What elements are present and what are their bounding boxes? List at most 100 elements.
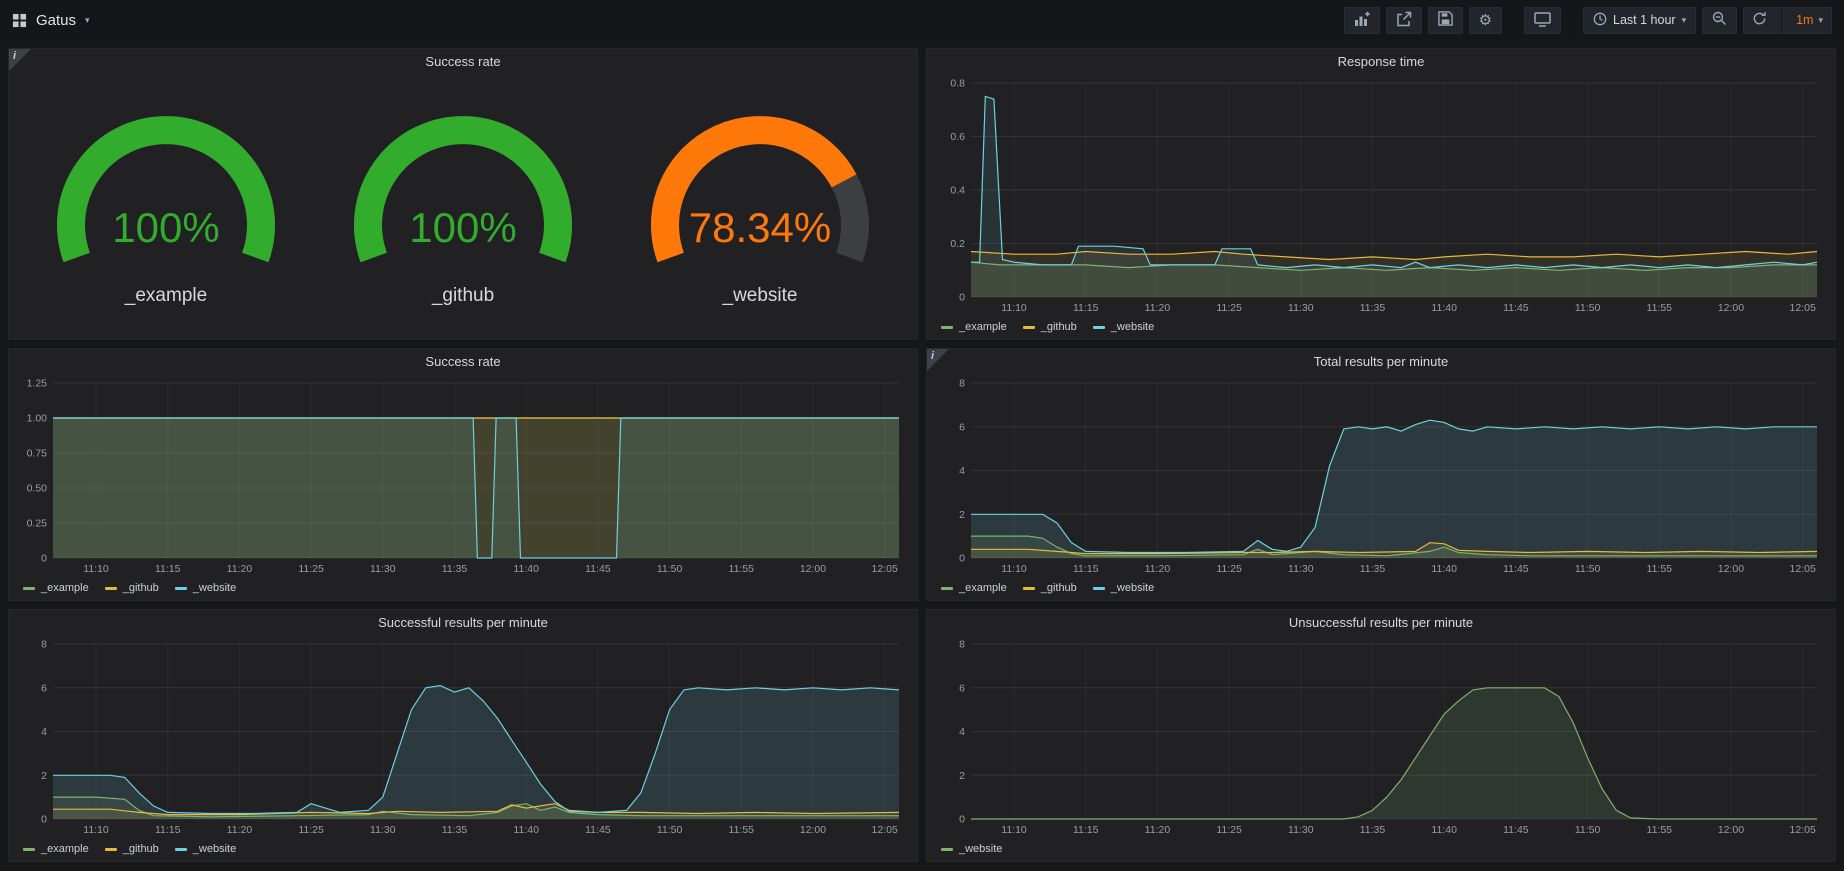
zoom-out-button[interactable] xyxy=(1702,7,1737,34)
legend-series-swatch xyxy=(1023,587,1035,590)
svg-text:11:25: 11:25 xyxy=(1216,563,1242,575)
refresh-interval-dropdown[interactable]: 1m ▾ xyxy=(1788,8,1831,33)
legend: _example _github _website xyxy=(935,578,1825,598)
svg-text:11:45: 11:45 xyxy=(1503,824,1529,836)
svg-text:11:40: 11:40 xyxy=(1431,563,1457,575)
gear-icon: ⚙ xyxy=(1479,13,1492,28)
svg-text:11:55: 11:55 xyxy=(1647,563,1673,575)
panel-title[interactable]: Success rate xyxy=(9,349,917,375)
add-panel-button[interactable] xyxy=(1344,7,1380,34)
panel-title[interactable]: Total results per minute xyxy=(927,349,1835,375)
legend: _example _github _website xyxy=(17,839,907,859)
legend-item-_website[interactable]: _website xyxy=(1093,582,1154,594)
svg-text:12:05: 12:05 xyxy=(1790,563,1816,575)
svg-text:11:50: 11:50 xyxy=(1575,563,1601,575)
panel-title[interactable]: Unsuccessful results per minute xyxy=(927,610,1835,636)
info-glyph: i xyxy=(13,50,16,62)
svg-text:12:05: 12:05 xyxy=(1790,824,1816,836)
svg-text:0.8: 0.8 xyxy=(950,78,965,90)
svg-text:2: 2 xyxy=(959,509,965,521)
svg-text:0: 0 xyxy=(41,814,47,826)
save-dashboard-button[interactable] xyxy=(1428,7,1463,34)
legend-item-_github[interactable]: _github xyxy=(1023,321,1077,333)
monitor-icon xyxy=(1534,11,1551,30)
svg-text:11:55: 11:55 xyxy=(1647,302,1673,314)
info-icon[interactable]: i xyxy=(927,349,949,371)
panel-body: 00.250.500.751.001.2511:1011:1511:2011:2… xyxy=(9,375,917,600)
svg-text:12:00: 12:00 xyxy=(800,563,826,575)
time-range-picker[interactable]: Last 1 hour ▾ xyxy=(1583,7,1696,34)
svg-text:0.50: 0.50 xyxy=(27,483,48,495)
info-icon[interactable]: i xyxy=(9,49,31,71)
legend-item-_website[interactable]: _website xyxy=(175,843,236,855)
legend-item-_github[interactable]: _github xyxy=(1023,582,1077,594)
svg-text:8: 8 xyxy=(959,639,965,651)
svg-text:11:45: 11:45 xyxy=(585,563,611,575)
svg-text:11:35: 11:35 xyxy=(442,824,468,836)
svg-text:0: 0 xyxy=(959,553,965,565)
total-results-chart[interactable]: 0246811:1011:1511:2011:2511:3011:3511:40… xyxy=(935,375,1825,578)
svg-text:11:50: 11:50 xyxy=(1575,824,1601,836)
legend-item-_github[interactable]: _github xyxy=(105,582,159,594)
svg-text:11:35: 11:35 xyxy=(1360,824,1386,836)
svg-text:11:30: 11:30 xyxy=(1288,824,1314,836)
panel-title[interactable]: Response time xyxy=(927,49,1835,75)
panel-body: 0246811:1011:1511:2011:2511:3011:3511:40… xyxy=(927,636,1835,861)
svg-text:12:00: 12:00 xyxy=(1718,563,1744,575)
svg-text:11:10: 11:10 xyxy=(83,824,109,836)
tv-mode-button[interactable] xyxy=(1524,7,1561,34)
legend-item-_website[interactable]: _website xyxy=(1093,321,1154,333)
legend-item-_website[interactable]: _website xyxy=(175,582,236,594)
legend-series-swatch xyxy=(1023,326,1035,329)
legend-series-swatch xyxy=(105,587,117,590)
info-glyph: i xyxy=(931,350,934,362)
gauge-arc xyxy=(26,110,306,295)
navbar: Gatus ▾ ⚙ xyxy=(0,0,1844,40)
panel-unsuccessful-results: Unsuccessful results per minute 0246811:… xyxy=(926,609,1836,862)
legend-item-_example[interactable]: _example xyxy=(23,582,89,594)
chevron-down-icon: ▾ xyxy=(85,16,90,25)
legend-item-_example[interactable]: _example xyxy=(23,843,89,855)
legend-item-_github[interactable]: _github xyxy=(105,843,159,855)
zoom-out-icon xyxy=(1712,11,1727,29)
clock-icon xyxy=(1593,12,1607,29)
svg-text:1.25: 1.25 xyxy=(27,378,48,390)
panel-title[interactable]: Successful results per minute xyxy=(9,610,917,636)
svg-text:11:50: 11:50 xyxy=(1575,302,1601,314)
response-time-chart[interactable]: 00.20.40.60.811:1011:1511:2011:2511:3011… xyxy=(935,75,1825,317)
success-rate-chart[interactable]: 00.250.500.751.001.2511:1011:1511:2011:2… xyxy=(17,375,907,578)
chevron-down-icon: ▾ xyxy=(1682,16,1687,25)
unsuccessful-results-chart[interactable]: 0246811:1011:1511:2011:2511:3011:3511:40… xyxy=(935,636,1825,839)
time-range-label: Last 1 hour xyxy=(1613,13,1676,27)
refresh-button[interactable] xyxy=(1744,8,1775,33)
gauge-arc xyxy=(620,110,900,295)
dashboard-title[interactable]: Gatus xyxy=(36,12,76,29)
svg-text:11:25: 11:25 xyxy=(1216,824,1242,836)
svg-text:11:25: 11:25 xyxy=(298,824,324,836)
legend-series-swatch xyxy=(175,587,187,590)
svg-text:11:45: 11:45 xyxy=(1503,302,1529,314)
dashboards-grid-icon[interactable] xyxy=(12,13,27,28)
legend-item-_example[interactable]: _example xyxy=(941,582,1007,594)
add-panel-icon xyxy=(1354,11,1370,30)
legend-series-swatch xyxy=(1093,326,1105,329)
svg-text:0.25: 0.25 xyxy=(27,518,48,530)
svg-text:12:00: 12:00 xyxy=(1718,302,1744,314)
svg-text:11:10: 11:10 xyxy=(1001,302,1027,314)
share-dashboard-button[interactable] xyxy=(1386,7,1422,34)
gauge-github: 100% _github xyxy=(323,110,603,307)
successful-results-chart[interactable]: 0246811:1011:1511:2011:2511:3011:3511:40… xyxy=(17,636,907,839)
svg-text:12:05: 12:05 xyxy=(1790,302,1816,314)
legend-item-_website[interactable]: _website xyxy=(941,843,1002,855)
svg-text:6: 6 xyxy=(41,682,47,694)
legend-item-_example[interactable]: _example xyxy=(941,321,1007,333)
svg-text:11:10: 11:10 xyxy=(83,563,109,575)
svg-text:0.4: 0.4 xyxy=(950,185,965,197)
gauge-arc xyxy=(323,110,603,295)
legend-series-swatch xyxy=(23,587,35,590)
settings-button[interactable]: ⚙ xyxy=(1469,7,1502,34)
svg-text:0: 0 xyxy=(959,814,965,826)
svg-text:11:30: 11:30 xyxy=(370,824,396,836)
legend-series-swatch xyxy=(941,326,953,329)
panel-title[interactable]: Success rate xyxy=(9,49,917,75)
